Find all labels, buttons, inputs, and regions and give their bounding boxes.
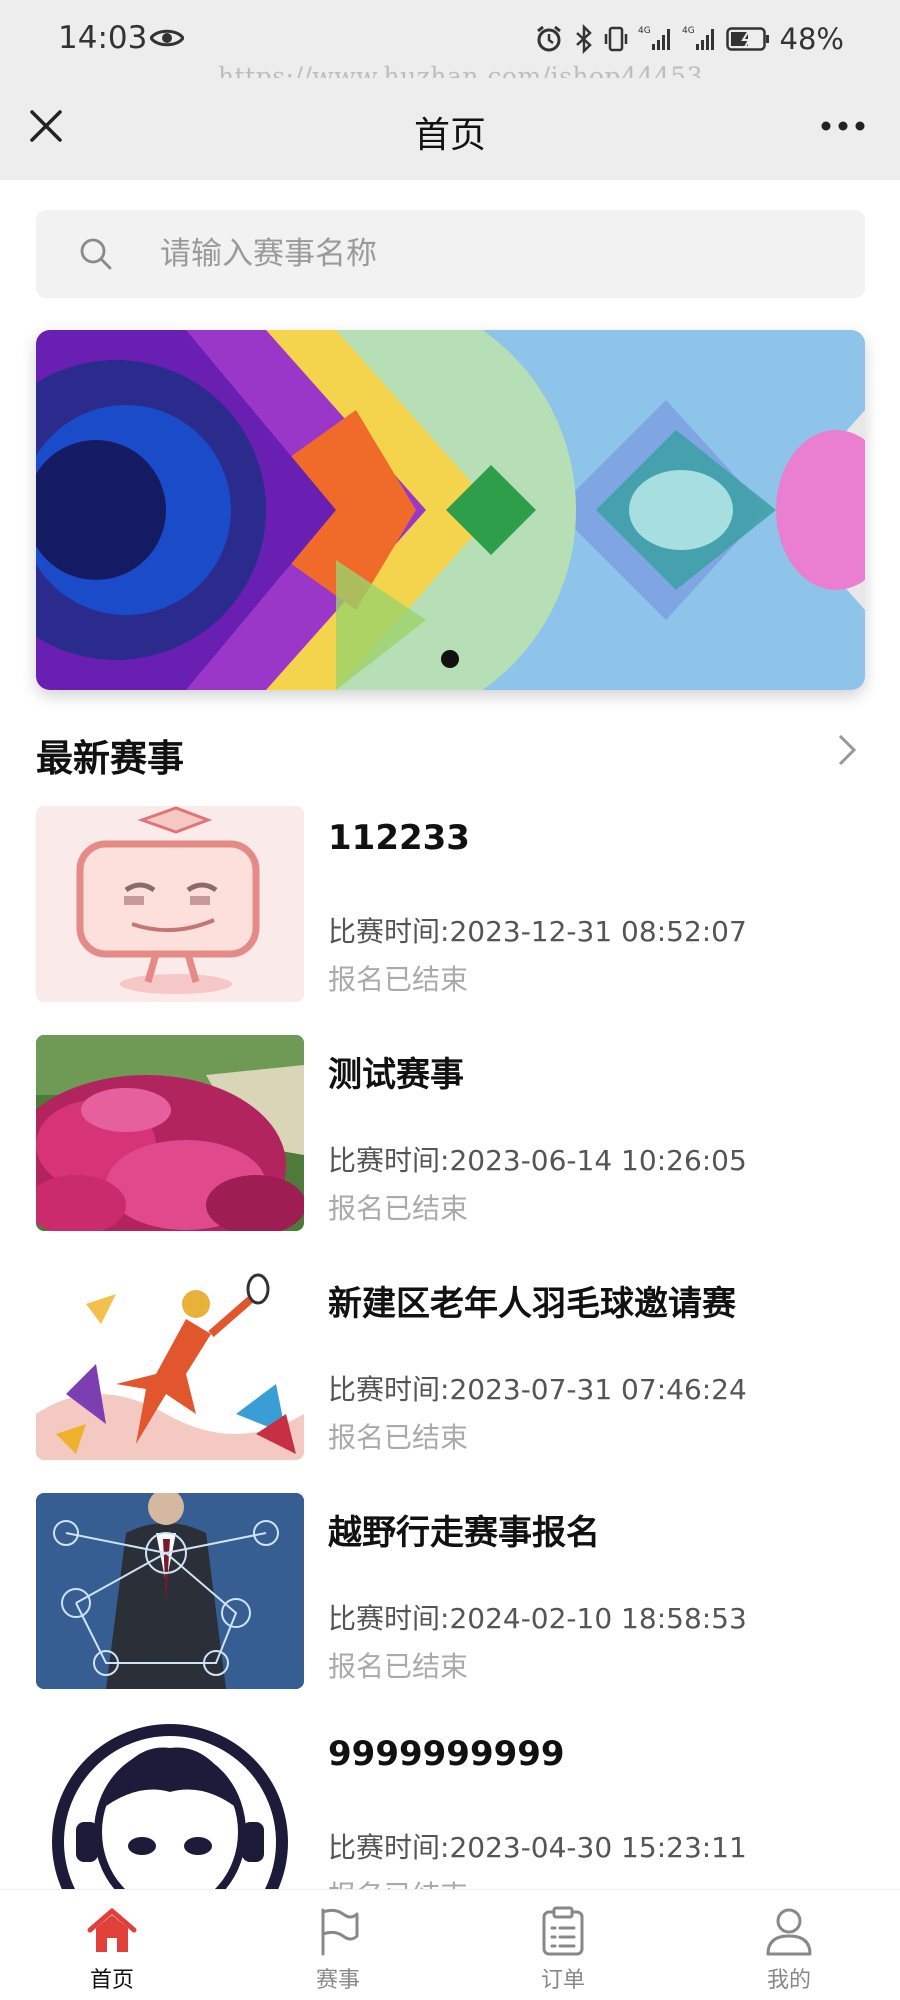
event-title: 9999999999: [328, 1734, 565, 1774]
banner-carousel[interactable]: [36, 330, 865, 690]
nav-label: 赛事: [315, 1968, 360, 1993]
user-icon: [766, 1908, 812, 1956]
headset-avatar-image: [36, 1722, 304, 1889]
event-title: 测试赛事: [328, 1055, 464, 1095]
battery-icon: [725, 27, 769, 51]
alarm-icon: [536, 25, 561, 52]
badminton-player-image: [36, 1264, 304, 1460]
signal-4g-icon-2: 4G: [682, 26, 714, 50]
event-title: 112233: [328, 818, 470, 858]
nav-item-orders[interactable]: 订单: [488, 1890, 638, 2000]
clipboard-icon: [542, 1906, 584, 1956]
nav-item-home[interactable]: 首页: [37, 1890, 187, 2000]
chevron-right-icon[interactable]: [834, 730, 860, 770]
event-status: 报名已结束: [328, 963, 469, 996]
status-time: 14:03: [58, 20, 148, 56]
flower-bush-image: [36, 1035, 304, 1231]
signal-4g-icon: 4G: [638, 26, 670, 50]
banner-image: [36, 330, 865, 690]
vibrate-icon: [604, 26, 627, 52]
more-options-icon[interactable]: [820, 118, 866, 134]
event-list: 112233 比赛时间:2023-12-31 08:52:07 报名已结束 测试…: [0, 806, 900, 1889]
event-time: 比赛时间:2024-02-10 18:58:53: [328, 1602, 747, 1635]
svg-text:4G: 4G: [682, 26, 695, 36]
event-item[interactable]: 越野行走赛事报名 比赛时间:2024-02-10 18:58:53 报名已结束: [36, 1493, 865, 1689]
event-item[interactable]: 9999999999 比赛时间:2023-04-30 15:23:11 报名已结…: [36, 1722, 865, 1889]
bluetooth-icon: [575, 24, 592, 54]
event-status: 报名已结束: [328, 1192, 469, 1225]
status-icons: 4G 4G 48%: [534, 22, 844, 56]
svg-text:4G: 4G: [638, 26, 651, 36]
event-time: 比赛时间:2023-04-30 15:23:11: [328, 1831, 747, 1864]
event-title: 新建区老年人羽毛球邀请赛: [328, 1284, 736, 1324]
flag-icon: [321, 1908, 359, 1956]
event-status: 报名已结束: [328, 1874, 468, 1889]
search-icon: [80, 238, 112, 270]
event-status: 报名已结束: [328, 1650, 469, 1683]
status-bar: 14:03 4G 4G 48% https://www.huzhan.com/i…: [0, 0, 900, 91]
battery-percent: 48%: [779, 22, 844, 56]
event-status: 报名已结束: [328, 1421, 469, 1454]
nav-item-profile[interactable]: 我的: [714, 1890, 864, 2000]
event-time: 比赛时间:2023-06-14 10:26:05: [328, 1144, 747, 1177]
event-time: 比赛时间:2023-07-31 07:46:24: [328, 1373, 747, 1406]
event-title: 越野行走赛事报名: [328, 1513, 600, 1553]
nav-label: 首页: [89, 1968, 134, 1993]
nav-item-events[interactable]: 赛事: [263, 1890, 413, 2000]
search-input[interactable]: [124, 210, 824, 298]
eye-icon: [150, 29, 184, 47]
event-thumbnail: [36, 1722, 304, 1889]
title-bar: 首页: [0, 78, 900, 180]
event-item[interactable]: 测试赛事 比赛时间:2023-06-14 10:26:05 报名已结束: [36, 1035, 865, 1231]
event-thumbnail: [36, 1264, 304, 1460]
bottom-nav: 首页 赛事 订单 我的: [0, 1889, 900, 2000]
event-item[interactable]: 112233 比赛时间:2023-12-31 08:52:07 报名已结束: [36, 806, 865, 1002]
nav-label: 我的: [766, 1968, 811, 1993]
business-network-image: [36, 1493, 304, 1689]
search-bar[interactable]: [36, 210, 865, 298]
event-item[interactable]: 新建区老年人羽毛球邀请赛 比赛时间:2023-07-31 07:46:24 报名…: [36, 1264, 865, 1460]
nav-label: 订单: [540, 1968, 585, 1993]
event-thumbnail: [36, 1493, 304, 1689]
event-thumbnail: [36, 1035, 304, 1231]
event-time: 比赛时间:2023-12-31 08:52:07: [328, 915, 747, 948]
mascot-image: [36, 806, 304, 1002]
section-title: 最新赛事: [36, 737, 184, 780]
event-thumbnail: [36, 806, 304, 1002]
home-icon: [87, 1908, 137, 1952]
carousel-indicator-dot[interactable]: [441, 650, 459, 668]
page-title: 首页: [413, 115, 486, 156]
